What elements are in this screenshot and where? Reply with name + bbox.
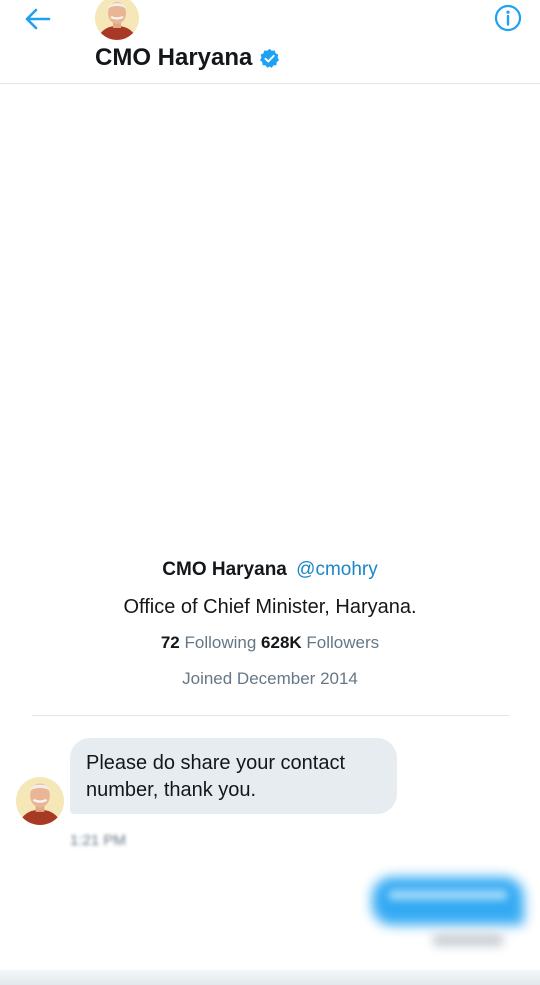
sender-avatar[interactable] <box>16 777 64 825</box>
following-label: Following <box>184 633 257 652</box>
info-circle-icon <box>494 4 522 32</box>
outgoing-message-text-blurred <box>388 890 508 900</box>
profile-name[interactable]: CMO Haryana <box>162 559 287 580</box>
divider <box>32 715 509 716</box>
avatar[interactable] <box>95 0 139 40</box>
outgoing-timestamp-blurred <box>432 934 504 946</box>
followers-count: 628K <box>261 633 302 652</box>
info-button[interactable] <box>491 3 525 33</box>
followers-label: Followers <box>306 633 380 652</box>
header-title: CMO Haryana <box>95 44 280 72</box>
header-name: CMO Haryana <box>95 44 253 71</box>
following-count: 72 <box>160 633 180 652</box>
profile-stats: 72 Following 628K Followers <box>0 631 540 655</box>
outgoing-message-bubble-blurred[interactable] <box>372 877 524 925</box>
verified-badge-icon <box>259 48 280 69</box>
message-text: Please do share your contact number, tha… <box>86 752 346 801</box>
profile-name-line: CMO Haryana @cmohry <box>0 556 540 584</box>
incoming-message-bubble[interactable]: Please do share your contact number, tha… <box>70 738 397 814</box>
conversation-header: CMO Haryana <box>0 0 540 84</box>
composer-bar-edge <box>0 970 540 985</box>
joined-date: Joined December 2014 <box>182 669 358 688</box>
profile-summary: CMO Haryana @cmohry Office of Chief Mini… <box>0 556 540 691</box>
profile-bio: Office of Chief Minister, Haryana. <box>123 596 417 618</box>
message-timestamp: 1:21 PM <box>70 832 126 849</box>
arrow-left-icon <box>25 8 51 30</box>
profile-handle[interactable]: @cmohry <box>296 559 378 580</box>
back-button[interactable] <box>20 4 54 34</box>
